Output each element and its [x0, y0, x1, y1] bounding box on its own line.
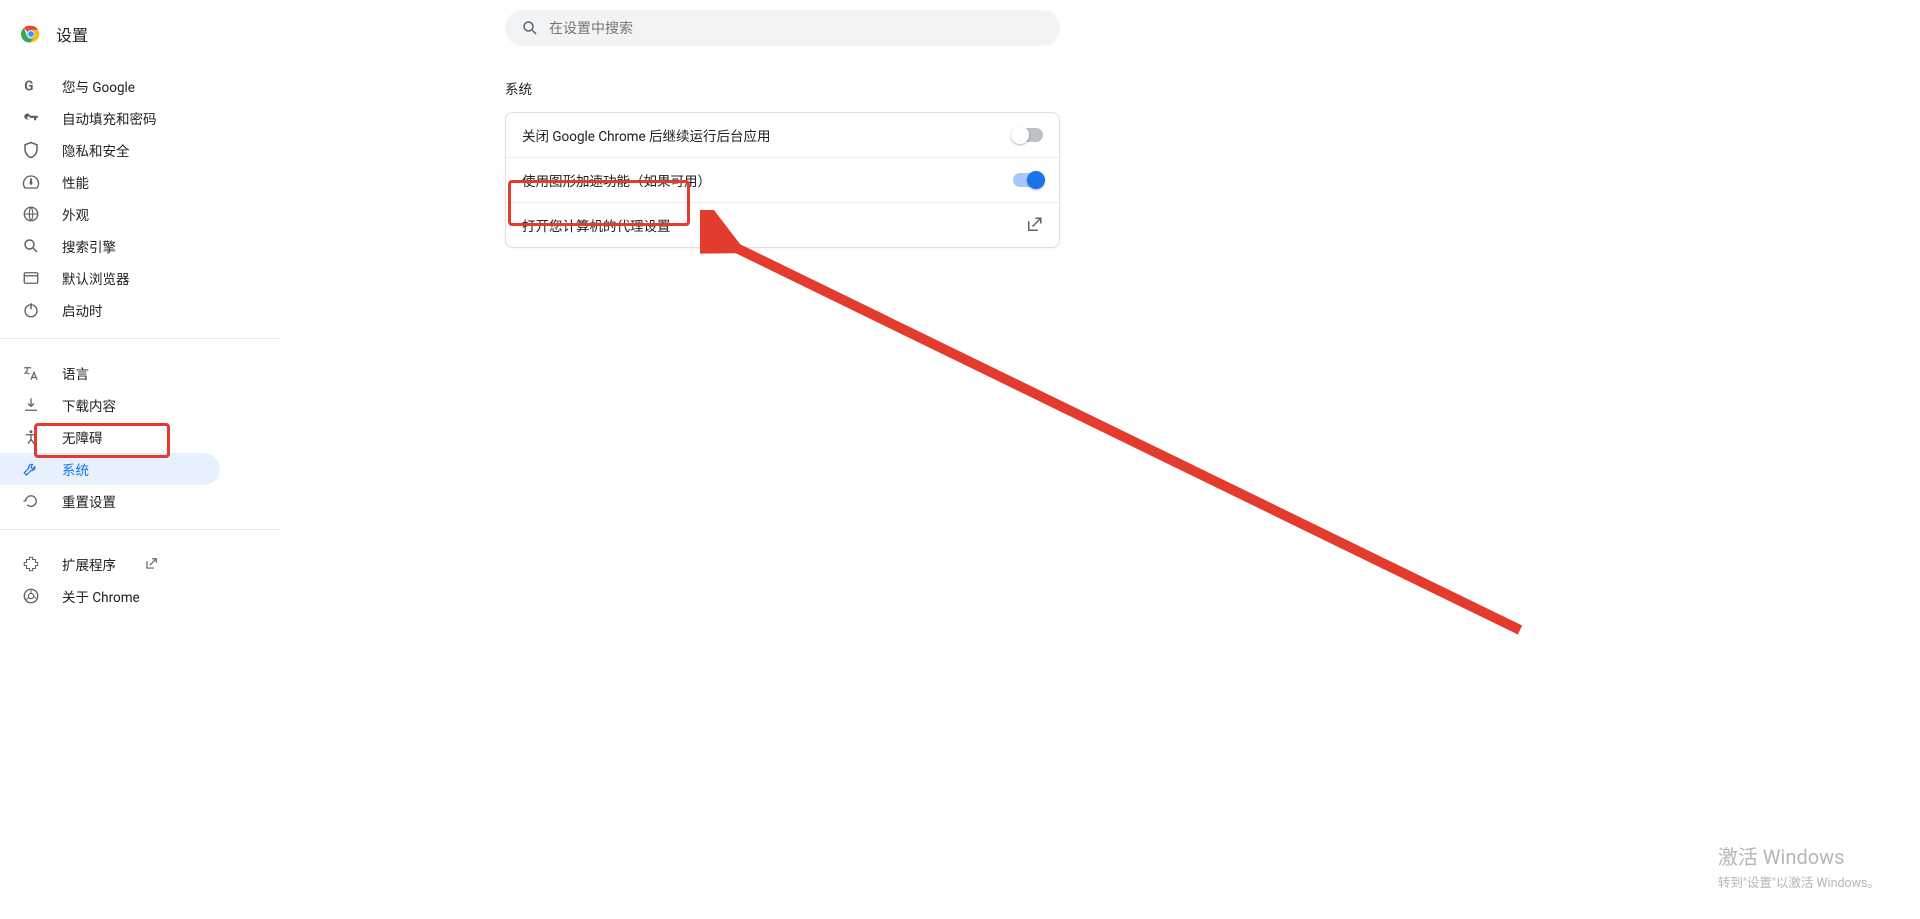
sidebar-item-downloads[interactable]: 下载内容 [0, 389, 220, 421]
toggle-hardware-accel[interactable] [1013, 173, 1043, 187]
row-hardware-accel[interactable]: 使用图形加速功能（如果可用） [506, 157, 1059, 202]
sidebar-item-reset[interactable]: 重置设置 [0, 485, 220, 517]
sidebar-item-you-and-google[interactable]: G 您与 Google [0, 70, 220, 102]
system-settings-card: 关闭 Google Chrome 后继续运行后台应用 使用图形加速功能（如果可用… [505, 112, 1060, 248]
accessibility-icon [22, 428, 40, 446]
settings-search[interactable] [505, 10, 1060, 46]
toggle-background-apps[interactable] [1013, 128, 1043, 142]
external-link-icon [144, 557, 158, 571]
sidebar-item-label: 扩展程序 [62, 554, 116, 574]
page-title: 设置 [56, 22, 88, 46]
sidebar-item-label: 默认浏览器 [62, 268, 130, 288]
sidebar-item-label: 性能 [62, 172, 89, 192]
power-icon [22, 301, 40, 319]
sidebar-item-languages[interactable]: 语言 [0, 357, 220, 389]
key-icon [22, 109, 40, 127]
windows-activation-watermark: 激活 Windows 转到"设置"以激活 Windows。 [1718, 841, 1880, 891]
shield-icon [22, 141, 40, 159]
download-icon [22, 396, 40, 414]
search-icon [521, 19, 539, 37]
sidebar-item-search-engine[interactable]: 搜索引擎 [0, 230, 220, 262]
sidebar-item-on-startup[interactable]: 启动时 [0, 294, 220, 326]
sidebar-item-label: 下载内容 [62, 395, 116, 415]
sidebar-item-label: 系统 [62, 459, 89, 479]
sidebar-item-label: 启动时 [62, 300, 103, 320]
chrome-logo-icon [20, 23, 42, 45]
sidebar-item-about[interactable]: 关于 Chrome [0, 580, 220, 612]
sidebar-item-system[interactable]: 系统 [0, 453, 220, 485]
google-g-icon: G [22, 77, 40, 95]
nav-divider [0, 338, 280, 339]
translate-icon [22, 364, 40, 382]
globe-icon [22, 205, 40, 223]
sidebar-header: 设置 [0, 16, 280, 64]
reset-icon [22, 492, 40, 510]
external-link-icon [1025, 216, 1043, 234]
nav-divider [0, 529, 280, 530]
sidebar-item-label: 无障碍 [62, 427, 103, 447]
wrench-icon [22, 460, 40, 478]
sidebar-item-label: 搜索引擎 [62, 236, 116, 256]
main-content: 系统 关闭 Google Chrome 后继续运行后台应用 使用图形加速功能（如… [280, 0, 1920, 919]
row-label: 关闭 Google Chrome 后继续运行后台应用 [522, 125, 771, 145]
sidebar-item-performance[interactable]: 性能 [0, 166, 220, 198]
sidebar-item-label: 自动填充和密码 [62, 108, 157, 128]
sidebar-item-label: 外观 [62, 204, 89, 224]
sidebar-item-label: 关于 Chrome [62, 586, 140, 606]
sidebar-item-label: 隐私和安全 [62, 140, 130, 160]
nav-group-3: 扩展程序 关于 Chrome [0, 542, 280, 612]
browser-icon [22, 269, 40, 287]
nav-group-2: 语言 下载内容 无障碍 系统 重置设置 [0, 351, 280, 517]
search-icon [22, 237, 40, 255]
sidebar-item-label: 语言 [62, 363, 89, 383]
nav-group-1: G 您与 Google 自动填充和密码 隐私和安全 性能 外观 搜索引擎 [0, 64, 280, 326]
row-label: 打开您计算机的代理设置 [522, 215, 671, 235]
sidebar-item-label: 您与 Google [62, 76, 135, 96]
search-input[interactable] [549, 20, 1044, 36]
sidebar-item-autofill[interactable]: 自动填充和密码 [0, 102, 220, 134]
sidebar: 设置 G 您与 Google 自动填充和密码 隐私和安全 性能 外观 [0, 0, 280, 919]
watermark-line2: 转到"设置"以激活 Windows。 [1718, 872, 1880, 891]
sidebar-item-label: 重置设置 [62, 491, 116, 511]
sidebar-item-extensions[interactable]: 扩展程序 [0, 548, 220, 580]
watermark-line1: 激活 Windows [1718, 841, 1880, 870]
chrome-outline-icon [22, 587, 40, 605]
row-proxy-settings[interactable]: 打开您计算机的代理设置 [506, 202, 1059, 247]
section-title-system: 系统 [505, 78, 1920, 98]
sidebar-item-accessibility[interactable]: 无障碍 [0, 421, 220, 453]
row-background-apps[interactable]: 关闭 Google Chrome 后继续运行后台应用 [506, 113, 1059, 157]
sidebar-item-default-browser[interactable]: 默认浏览器 [0, 262, 220, 294]
sidebar-item-privacy[interactable]: 隐私和安全 [0, 134, 220, 166]
extension-icon [22, 555, 40, 573]
svg-text:G: G [24, 79, 33, 95]
sidebar-item-appearance[interactable]: 外观 [0, 198, 220, 230]
row-label: 使用图形加速功能（如果可用） [522, 170, 711, 190]
speedometer-icon [22, 173, 40, 191]
